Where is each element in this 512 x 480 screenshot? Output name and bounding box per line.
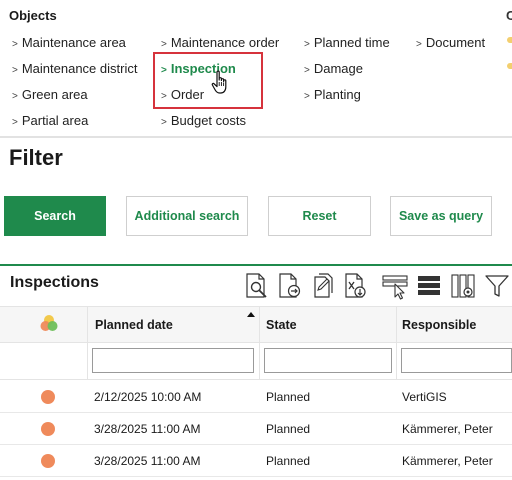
- planned-date-cell: 2/12/2025 10:00 AM: [94, 390, 202, 404]
- truncated-legend-dot: [507, 37, 512, 43]
- results-divider: [0, 264, 512, 266]
- object-link-label: Maintenance district: [21, 61, 138, 76]
- object-link-label: Maintenance order: [170, 35, 280, 50]
- truncated-legend-dot: [507, 63, 512, 69]
- hand-pointer-icon: [211, 70, 227, 94]
- status-dot: [41, 422, 55, 436]
- chevron-right-icon: >: [304, 39, 310, 50]
- object-link-label: Partial area: [21, 113, 89, 128]
- copy-document-icon[interactable]: [310, 272, 336, 300]
- save-as-query-button[interactable]: Save as query: [390, 196, 492, 236]
- objects-heading: Objects: [9, 8, 57, 23]
- section-divider: [0, 136, 512, 138]
- object-link-maintenance-area[interactable]: > Maintenance area: [12, 35, 126, 50]
- table-row[interactable]: 2/12/2025 10:00 AM Planned VertiGIS: [0, 381, 512, 413]
- status-dot: [41, 454, 55, 468]
- chevron-right-icon: >: [12, 91, 18, 102]
- status-dot: [41, 390, 55, 404]
- chevron-right-icon: >: [304, 65, 310, 76]
- object-link-label: Planned time: [313, 35, 390, 50]
- chevron-right-icon: >: [12, 65, 18, 76]
- filter-heading: Filter: [9, 145, 63, 170]
- responsible-cell: VertiGIS: [402, 390, 447, 404]
- state-cell: Planned: [266, 454, 311, 468]
- object-link-label: Maintenance area: [21, 35, 126, 50]
- object-link-label: Document: [425, 35, 486, 50]
- truncated-heading: C: [506, 8, 512, 23]
- state-filter-input[interactable]: [264, 348, 392, 373]
- object-link-budget-costs[interactable]: > Budget costs: [161, 113, 246, 128]
- object-link-damage[interactable]: > Damage: [304, 61, 363, 76]
- object-link-green-area[interactable]: > Green area: [12, 87, 88, 102]
- sort-ascending-icon[interactable]: [247, 312, 255, 317]
- object-link-maintenance-order[interactable]: > Maintenance order: [161, 35, 279, 50]
- filter-icon[interactable]: [484, 272, 510, 300]
- state-cell: Planned: [266, 390, 311, 404]
- zoom-to-icon[interactable]: [244, 272, 270, 300]
- chevron-right-icon: >: [161, 39, 167, 50]
- column-header-planned-date[interactable]: Planned date: [95, 318, 173, 332]
- chevron-right-icon: >: [304, 91, 310, 102]
- responsible-filter-input[interactable]: [401, 348, 512, 373]
- additional-search-button[interactable]: Additional search: [126, 196, 248, 236]
- reset-button[interactable]: Reset: [268, 196, 371, 236]
- column-layout-icon[interactable]: [416, 272, 442, 300]
- status-legend-icon: [40, 315, 58, 331]
- object-link-label: Green area: [21, 87, 88, 102]
- select-rows-icon[interactable]: [382, 272, 408, 300]
- planned-date-cell: 3/28/2025 11:00 AM: [94, 454, 201, 468]
- column-header-responsible[interactable]: Responsible: [402, 318, 476, 332]
- column-separator: [87, 306, 88, 380]
- chevron-right-icon: >: [416, 39, 422, 50]
- state-cell: Planned: [266, 422, 311, 436]
- object-link-document[interactable]: > Document: [416, 35, 485, 50]
- object-link-partial-area[interactable]: > Partial area: [12, 113, 88, 128]
- column-separator: [396, 306, 397, 380]
- object-link-planned-time[interactable]: > Planned time: [304, 35, 390, 50]
- selection-highlight: [153, 52, 263, 109]
- table-row[interactable]: 3/28/2025 11:00 AM Planned Kämmerer, Pet…: [0, 413, 512, 445]
- column-chooser-icon[interactable]: [450, 272, 476, 300]
- object-link-maintenance-district[interactable]: > Maintenance district: [12, 61, 137, 76]
- chevron-right-icon: >: [12, 117, 18, 128]
- export-excel-icon[interactable]: [343, 272, 369, 300]
- responsible-cell: Kämmerer, Peter: [402, 422, 493, 436]
- responsible-cell: Kämmerer, Peter: [402, 454, 493, 468]
- object-link-label: Planting: [313, 87, 361, 102]
- object-link-planting[interactable]: > Planting: [304, 87, 361, 102]
- table-row[interactable]: 3/28/2025 11:00 AM Planned Kämmerer, Pet…: [0, 445, 512, 477]
- object-link-label: Damage: [313, 61, 363, 76]
- search-button[interactable]: Search: [4, 196, 106, 236]
- planned-date-cell: 3/28/2025 11:00 AM: [94, 422, 201, 436]
- chevron-right-icon: >: [12, 39, 18, 50]
- grid-title: Inspections: [10, 274, 99, 291]
- object-link-label: Budget costs: [170, 113, 246, 128]
- column-separator: [259, 306, 260, 380]
- export-pdf-icon[interactable]: [277, 272, 303, 300]
- chevron-right-icon: >: [161, 117, 167, 128]
- planned-date-filter-input[interactable]: [92, 348, 254, 373]
- column-header-state[interactable]: State: [266, 318, 297, 332]
